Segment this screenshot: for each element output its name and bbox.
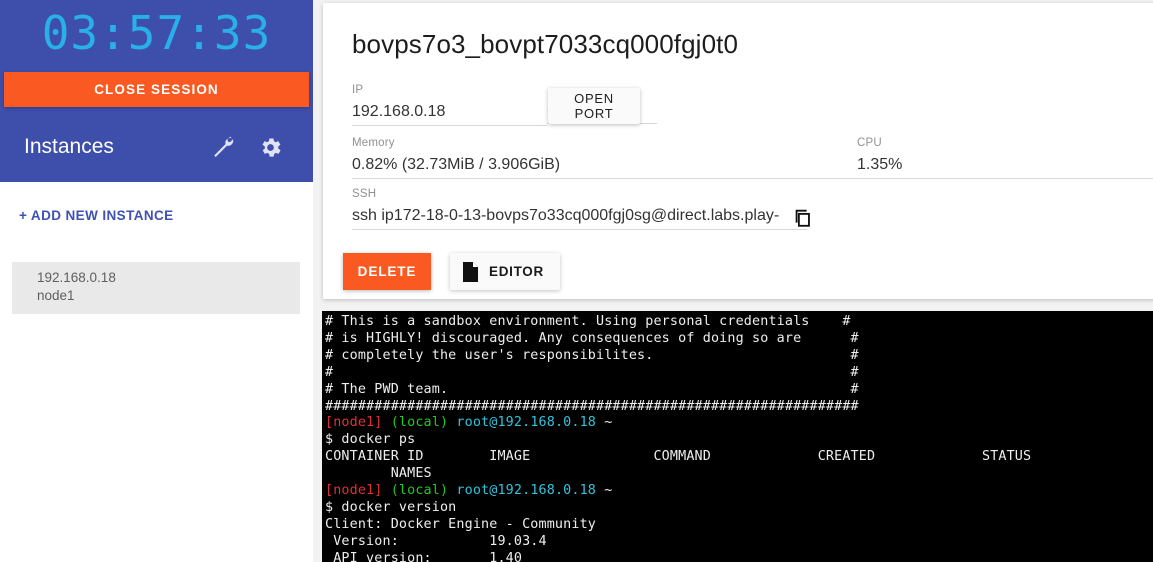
- terminal-segment: ~: [596, 415, 613, 431]
- terminal-segment: API version: 1.40: [325, 550, 523, 562]
- terminal-line: API version: 1.40: [325, 551, 1153, 562]
- editor-button-label: EDITOR: [489, 264, 544, 279]
- memory-value: 0.82% (32.73MiB / 3.906GiB): [352, 150, 857, 179]
- terminal-line: # The PWD team. #: [325, 382, 1153, 399]
- instances-title: Instances: [24, 135, 114, 158]
- terminal-output: # This is a sandbox environment. Using p…: [325, 314, 1153, 562]
- terminal-segment: $ docker version: [325, 499, 457, 515]
- terminal-segment: # The PWD team. #: [325, 381, 859, 397]
- gear-icon[interactable]: [253, 130, 287, 164]
- terminal-segment: [382, 483, 390, 498]
- memory-label: Memory: [352, 137, 395, 149]
- terminal-segment: ~: [596, 483, 613, 499]
- ssh-label: SSH: [352, 188, 377, 200]
- terminal-segment: $ docker ps: [325, 432, 416, 448]
- terminal-line: CONTAINER ID IMAGE COMMAND CREATED STATU…: [325, 449, 1153, 466]
- terminal-line: # is HIGHLY! discouraged. Any consequenc…: [325, 331, 1153, 348]
- terminal-segment: root@192.168.0.18: [456, 415, 597, 431]
- add-new-instance-button[interactable]: + ADD NEW INSTANCE: [19, 208, 174, 223]
- open-port-button[interactable]: OPEN PORT: [548, 88, 640, 124]
- instance-ip: 192.168.0.18: [37, 270, 116, 285]
- terminal-line: $ docker ps: [325, 432, 1153, 449]
- app-root: 03:57:33 CLOSE SESSION Instances + ADD N…: [0, 0, 1153, 562]
- cpu-field-group: CPU 1.35%: [857, 136, 1153, 179]
- terminal-line: ########################################…: [325, 399, 1153, 416]
- terminal-line: [node1] (local) root@192.168.0.18 ~: [325, 483, 1153, 500]
- terminal-segment: # is HIGHLY! discouraged. Any consequenc…: [325, 330, 859, 346]
- delete-button[interactable]: DELETE: [343, 253, 431, 290]
- terminal-segment: CONTAINER ID IMAGE COMMAND CREATED STATU…: [325, 449, 1032, 465]
- terminal-segment: # #: [325, 364, 859, 380]
- ip-label: IP: [352, 84, 364, 96]
- ssh-field-group: SSH ssh ip172-18-0-13-bovps7o33cq000fgj0…: [352, 187, 807, 230]
- instance-name: node1: [37, 288, 75, 303]
- page-title: bovps7o3_bovpt7033cq000fgj0t0: [352, 29, 739, 59]
- terminal-segment: # completely the user's responsibilites.…: [325, 347, 859, 363]
- cpu-label: CPU: [857, 137, 882, 149]
- terminal-segment: (local): [390, 415, 449, 431]
- terminal-line: NAMES: [325, 466, 1153, 483]
- wrench-icon[interactable]: [205, 130, 239, 164]
- ssh-value[interactable]: ssh ip172-18-0-13-bovps7o33cq000fgj0sg@d…: [352, 201, 807, 230]
- document-icon: [462, 261, 479, 282]
- memory-field-group: Memory 0.82% (32.73MiB / 3.906GiB): [352, 136, 857, 179]
- terminal-line: Client: Docker Engine - Community: [325, 517, 1153, 534]
- terminal-segment: Version: 19.03.4: [325, 533, 547, 549]
- main-panel: bovps7o3_bovpt7033cq000fgj0t0 IP 192.168…: [313, 0, 1153, 562]
- editor-button[interactable]: EDITOR: [450, 253, 560, 290]
- list-item[interactable]: 192.168.0.18 node1: [12, 262, 300, 314]
- instance-info-card: bovps7o3_bovpt7033cq000fgj0t0 IP 192.168…: [323, 3, 1153, 299]
- terminal-line: # completely the user's responsibilites.…: [325, 348, 1153, 365]
- ip-field-group: IP 192.168.0.18: [352, 83, 547, 126]
- instance-actions: DELETE EDITOR: [343, 253, 560, 290]
- terminal-line: # #: [325, 365, 1153, 382]
- terminal-segment: root@192.168.0.18: [456, 483, 597, 499]
- terminal-segment: ########################################…: [325, 398, 859, 414]
- terminal[interactable]: # This is a sandbox environment. Using p…: [322, 311, 1153, 562]
- session-timer: 03:57:33: [41, 6, 272, 60]
- terminal-segment: [node1]: [325, 415, 383, 431]
- cpu-value: 1.35%: [857, 150, 1153, 179]
- terminal-segment: Client: Docker Engine - Community: [325, 516, 596, 532]
- terminal-line: $ docker version: [325, 500, 1153, 517]
- terminal-line: [node1] (local) root@192.168.0.18 ~: [325, 415, 1153, 432]
- instances-header: Instances: [0, 120, 313, 174]
- sidebar: 03:57:33 CLOSE SESSION Instances + ADD N…: [0, 0, 313, 562]
- terminal-segment: [382, 415, 390, 430]
- terminal-line: # This is a sandbox environment. Using p…: [325, 314, 1153, 331]
- copy-icon[interactable]: [788, 203, 818, 233]
- terminal-line: Version: 19.03.4: [325, 534, 1153, 551]
- terminal-segment: NAMES: [325, 466, 432, 482]
- terminal-segment: # This is a sandbox environment. Using p…: [325, 314, 851, 329]
- close-session-button[interactable]: CLOSE SESSION: [4, 72, 309, 107]
- ip-value[interactable]: 192.168.0.18: [352, 97, 547, 126]
- terminal-segment: [node1]: [325, 483, 383, 499]
- terminal-segment: (local): [390, 483, 449, 499]
